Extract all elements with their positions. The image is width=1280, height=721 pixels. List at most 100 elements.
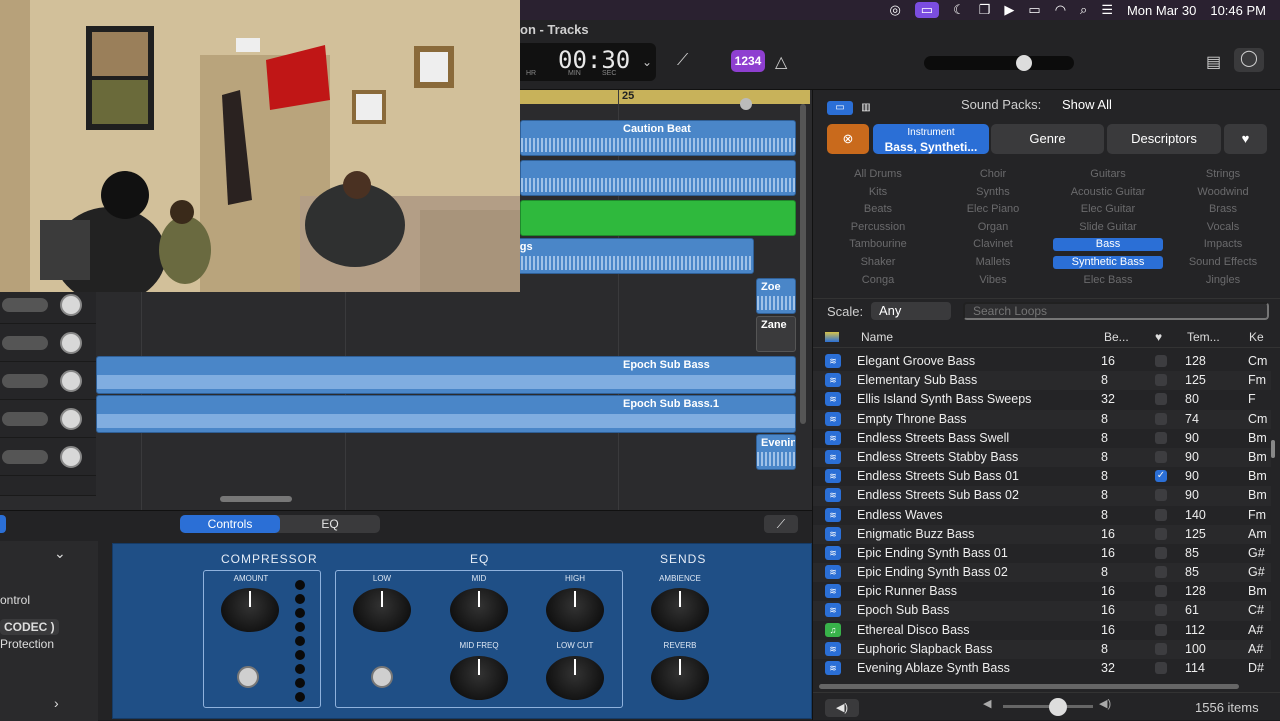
track-volume-knob[interactable] [60,408,82,430]
loop-row[interactable]: ≋ Euphoric Slapback Bass 8 100 A# [813,639,1271,659]
track-header[interactable] [0,438,96,476]
sound-packs-select[interactable]: Show All [1062,97,1112,112]
loop-row[interactable]: ≋ Epic Runner Bass 16 128 Bm [813,582,1271,601]
preview-volume-knob[interactable] [1049,698,1067,716]
track-header[interactable] [0,400,96,438]
track-header[interactable] [0,362,96,400]
window-icon[interactable]: ❐ [979,2,991,18]
region-evening[interactable]: Evenin [756,434,796,470]
keyword-vibes[interactable]: Vibes [938,274,1048,287]
clear-filter-button[interactable]: ⊗ [827,124,869,154]
high-knob[interactable] [546,588,604,632]
track-volume-knob[interactable] [60,446,82,468]
focus-icon[interactable]: ◎ [889,2,900,18]
track-volume-knob[interactable] [60,294,82,316]
lcd-chevron-icon[interactable]: ⌄ [642,55,652,69]
preview-speaker-icon[interactable]: ◀) [825,699,859,717]
keyword-brass[interactable]: Brass [1168,203,1278,216]
favorite-checkbox[interactable] [1155,374,1167,387]
column-view-icon[interactable]: ▥ [853,101,879,115]
keyword-percussion[interactable]: Percussion [823,221,933,234]
preview-volume-slider[interactable] [1003,698,1093,716]
keyword-acoustic-guitar[interactable]: Acoustic Guitar [1053,186,1163,199]
keyword-synths[interactable]: Synths [938,186,1048,199]
loop-row[interactable]: ≋ Elementary Sub Bass 8 125 Fm [813,371,1271,391]
keyword-impacts[interactable]: Impacts [1168,238,1278,251]
favorite-checkbox[interactable] [1155,604,1167,617]
keyword-bass[interactable]: Bass [1053,238,1163,252]
keyword-all-drums[interactable]: All Drums [823,168,933,181]
keyword-shaker[interactable]: Shaker [823,256,933,269]
favorite-checkbox[interactable] [1155,355,1167,367]
favorite-checkbox[interactable] [1155,412,1167,425]
favorite-checkbox[interactable] [1155,508,1167,521]
view-toggle[interactable]: ▭ ▥ [827,97,879,115]
count-in-button[interactable]: 1234 [731,50,765,72]
keyword-vocals[interactable]: Vocals [1168,221,1278,234]
loop-list-horizontal-scrollbar[interactable] [819,684,1239,689]
favorite-checkbox[interactable] [1155,546,1167,559]
moon-icon[interactable]: ☾ [953,2,965,18]
loop-list-scrollbar[interactable] [1271,440,1275,458]
wifi-icon[interactable]: ◠ [1055,2,1066,18]
keyword-woodwind[interactable]: Woodwind [1168,186,1278,199]
favorite-checkbox[interactable] [1155,623,1167,636]
favorite-checkbox[interactable] [1155,662,1167,674]
favorite-checkbox[interactable] [1155,489,1167,502]
reverb-knob[interactable] [651,656,709,700]
play-icon[interactable]: ▶ [1004,2,1014,18]
loop-browser-icon[interactable]: ◯ [1234,48,1264,72]
keyword-tambourine[interactable]: Tambourine [823,238,933,251]
tab-controls[interactable]: Controls [180,515,280,533]
codec-select[interactable]: CODEC ) [0,619,59,635]
loop-row[interactable]: ≋ Endless Streets Bass Swell 8 90 Bm [813,429,1271,448]
keyword-organ[interactable]: Organ [938,221,1048,234]
menu-date[interactable]: Mon Mar 30 [1127,3,1196,18]
region-caution-beat[interactable]: Caution Beat [520,120,796,156]
zoom-slider-knob[interactable] [740,98,752,110]
region-epoch-sub-bass-1[interactable]: Epoch Sub Bass.1 [96,395,796,433]
master-volume-knob[interactable] [1016,55,1032,71]
favorite-checkbox[interactable] [1155,393,1167,406]
region-zoe[interactable]: Zoe [756,278,796,314]
ruler[interactable]: 25 [520,90,810,104]
keyword-clavinet[interactable]: Clavinet [938,238,1048,251]
column-tempo[interactable]: Tem... [1187,330,1220,344]
master-volume-slider[interactable] [924,55,1074,71]
loop-row[interactable]: ♫ Ethereal Disco Bass 16 112 A# [813,621,1271,640]
loop-row[interactable]: ≋ Endless Streets Sub Bass 02 8 90 Bm [813,486,1271,506]
loop-row[interactable]: ≋ Ellis Island Synth Bass Sweeps 32 80 F [813,390,1271,409]
keyword-guitars[interactable]: Guitars [1053,168,1163,181]
ambience-knob[interactable] [651,588,709,632]
track-header[interactable] [0,476,96,496]
mid-knob[interactable] [450,588,508,632]
region-midi[interactable] [520,200,796,236]
favorite-checkbox[interactable] [1155,450,1167,463]
low-cut-knob[interactable] [546,656,604,700]
descriptors-filter-button[interactable]: Descriptors [1107,124,1221,154]
track-header[interactable] [0,324,96,362]
battery-icon[interactable]: ▭ [1028,2,1040,18]
favorite-checkbox[interactable] [1155,642,1167,655]
favorites-heart-icon[interactable]: ♥ [1224,124,1267,154]
eq-switch[interactable] [371,666,393,688]
keyword-elec-bass[interactable]: Elec Bass [1053,274,1163,287]
track-volume-knob[interactable] [60,370,82,392]
keyword-sound-effects[interactable]: Sound Effects [1168,256,1278,269]
loop-row[interactable]: ≋ Epic Ending Synth Bass 02 8 85 G# [813,563,1271,583]
keyword-jingles[interactable]: Jingles [1168,274,1278,287]
mid-freq-knob[interactable] [450,656,508,700]
control-center-icon[interactable]: ☰ [1101,2,1113,18]
column-name[interactable]: Name [861,330,893,344]
favorite-checkbox[interactable] [1155,585,1167,598]
column-beats[interactable]: Be... [1104,330,1129,344]
instrument-filter-button[interactable]: Instrument Bass, Syntheti... [873,124,989,154]
favorite-checkbox[interactable]: ✓ [1155,470,1167,483]
chevron-right-icon[interactable]: › [54,695,59,711]
keyword-beats[interactable]: Beats [823,203,933,216]
search-loops-input[interactable] [963,302,1269,320]
search-icon[interactable]: ⌕ [1080,2,1087,18]
favorite-checkbox[interactable] [1155,566,1167,579]
chevron-down-icon[interactable]: ⌄ [54,545,66,562]
loop-row[interactable]: ≋ Enigmatic Buzz Bass 16 125 Am [813,524,1271,544]
